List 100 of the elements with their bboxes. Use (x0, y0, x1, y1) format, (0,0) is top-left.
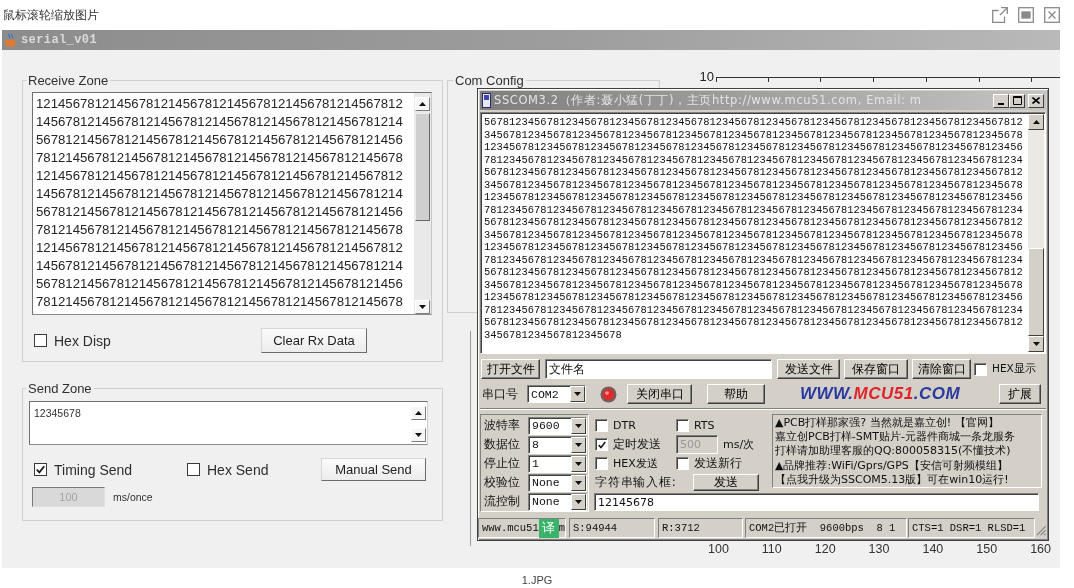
checkbox[interactable] (187, 463, 200, 476)
send-text-area[interactable]: 12345678 (29, 401, 428, 445)
caret-up-icon (415, 411, 422, 415)
data-line: 12345678123456781234567812345678123456781234567812345678123456781234567812345678123456 (484, 291, 1023, 304)
field-label: 字符串输入框: (595, 474, 677, 491)
scroll-down-button[interactable] (411, 428, 426, 442)
checkbox[interactable] (974, 362, 987, 376)
close-button[interactable] (1028, 93, 1044, 108)
status-text: COM2已打开 9600bps 8 1 (745, 518, 907, 538)
caret-down-icon (419, 305, 426, 309)
field-label: 数据位 (484, 436, 521, 453)
data-line: 78123456781234567812345678123456781234567812345678123456781234567812345678123456781234 (484, 203, 1023, 216)
checkbox[interactable] (676, 419, 689, 432)
promo-text: 打样请加助理客服的QQ:800058315(不懂技术) (775, 444, 1011, 459)
scroll-down-button[interactable] (415, 300, 430, 314)
data-line: 34567812345678123456781234567812345678123456781234567812345678123456781234567812345678 (484, 228, 1023, 241)
checkbox[interactable] (676, 457, 689, 470)
dropdown-button[interactable] (571, 493, 586, 510)
checkbox-label: Timing Send (54, 461, 133, 478)
data-line: 56781214567812145678121456781214567812145678121456 (36, 275, 403, 293)
clear-button[interactable]: Clear Rx Data (261, 328, 367, 353)
scrollbar-thumb[interactable] (415, 113, 430, 221)
input-field[interactable]: 12145678 (594, 493, 1039, 511)
dropdown[interactable]: 8 (528, 435, 587, 454)
checkbox[interactable] (34, 463, 47, 476)
checkbox[interactable] (595, 419, 608, 432)
manual-send-button[interactable]: Manual Send (321, 458, 426, 481)
open-file-button[interactable]: 打开文件 (481, 359, 540, 379)
minimize-button[interactable] (993, 93, 1009, 108)
file-name-field[interactable]: 文件名 (545, 359, 772, 379)
app-icon (5, 33, 17, 47)
receive-text-area[interactable] (32, 92, 432, 315)
promo-text: 嘉立创PCB打样-SMT贴片-元器件商城一条龙服务 (775, 430, 1015, 445)
axis-tick-label: 160 (1030, 542, 1051, 556)
checkbox-label: 发送新行 (694, 455, 742, 472)
checkbox-label: HEX显示 (992, 362, 1036, 376)
dropdown[interactable]: 1 (528, 454, 587, 473)
data-line: 14567812145678121456781214567812145678121456781214 (36, 257, 403, 275)
data-line: 56781234567812345678123456781234567812345678123456781234567812345678123456781234567812 (484, 166, 1023, 179)
external-link-icon[interactable] (992, 7, 1008, 23)
checkbox-label: Hex Send (207, 461, 269, 478)
promo-text: ▲品牌推荐:WiFi/Gprs/GPS【安信可射频模组】 (775, 458, 1008, 473)
toolbar-button[interactable]: 发送文件 (777, 359, 840, 379)
receive-text-area[interactable] (480, 112, 1046, 354)
caret-down-icon (1032, 342, 1040, 346)
close-icon[interactable] (1044, 7, 1060, 23)
scrollbar[interactable] (414, 93, 431, 314)
data-line: 78121456781214567812145678121456781214567812145678 (36, 221, 403, 239)
data-line: 78121456781214567812145678121456781214567812145678 (36, 293, 403, 311)
send-button[interactable]: 发送 (693, 474, 759, 491)
caret-up-icon (1032, 120, 1040, 124)
scroll-up-button[interactable] (1028, 114, 1044, 130)
data-line: 3456781234567812345678 (484, 328, 622, 341)
site-logo: WWW.MCU51.COM (800, 384, 961, 404)
field-label: 流控制 (484, 493, 521, 510)
scroll-down-button[interactable] (1028, 336, 1044, 352)
caret-down-icon (575, 499, 582, 504)
data-line: 56781234567812345678123456781234567812345678123456781234567812345678123456781234567812 (484, 266, 1023, 279)
scroll-up-button[interactable] (415, 97, 430, 111)
expand-button[interactable]: 扩展 (999, 384, 1041, 404)
data-line: 14567812145678121456781214567812145678121456781214 (36, 185, 403, 203)
data-line: 12145678121456781214567812145678121456781214567812 (36, 167, 403, 185)
maximize-button[interactable] (1009, 93, 1025, 108)
dropdown[interactable]: None (528, 473, 587, 492)
dropdown[interactable]: None (528, 492, 587, 511)
dropdown-button[interactable] (571, 474, 586, 491)
resize-grip-icon (1036, 525, 1046, 536)
toolbar-button[interactable]: 清除窗口 (912, 359, 971, 379)
dropdown-button[interactable] (571, 417, 586, 434)
field-label: 串口号 (482, 385, 519, 403)
dropdown-button[interactable] (570, 386, 585, 402)
data-line: 14567812145678121456781214567812145678121456781214 (36, 113, 403, 131)
status-text: m (558, 522, 566, 534)
dropdown-button[interactable] (571, 436, 586, 453)
checkbox-label: DTR (613, 419, 636, 432)
help-button[interactable]: 帮助 (707, 384, 765, 404)
scroll-up-button[interactable] (411, 406, 426, 420)
data-line: 12145678121456781214567812145678121456781214567812 (36, 239, 403, 257)
close-port-button[interactable]: 关闭串口 (627, 384, 692, 404)
data-line: 78123456781234567812345678123456781234567812345678123456781234567812345678123456781234 (484, 153, 1023, 166)
checkbox[interactable] (34, 334, 47, 347)
data-line: 34567812345678123456781234567812345678123456781234567812345678123456781234567812345678 (484, 278, 1023, 291)
group-title: Send Zone (27, 381, 93, 396)
axis-tick-label: 130 (868, 542, 890, 556)
dropdown-button[interactable] (571, 455, 586, 472)
field-label: 校验位 (484, 474, 521, 491)
data-line: 34567812345678123456781234567812345678123456781234567812345678123456781234567812345678 (484, 178, 1023, 191)
fit-screen-icon[interactable] (1018, 7, 1034, 23)
scrollbar[interactable] (1028, 114, 1044, 352)
dropdown[interactable]: 9600 (528, 416, 587, 435)
checkbox[interactable] (595, 438, 608, 451)
data-line: 56781214567812145678121456781214567812145678121456 (36, 203, 403, 221)
data-line: 78123456781234567812345678123456781234567812345678123456781234567812345678123456781234 (484, 253, 1023, 266)
dropdown[interactable]: COM2 (527, 385, 586, 403)
toolbar-button[interactable]: 保存窗口 (844, 359, 908, 379)
group-title: Com Config (454, 73, 525, 88)
data-line: 12145678121456781214567812145678121456781214567812 (36, 95, 403, 113)
checkbox-label: RTS (694, 419, 715, 432)
checkbox[interactable] (595, 457, 608, 470)
axis-tick-label: 140 (922, 542, 944, 556)
